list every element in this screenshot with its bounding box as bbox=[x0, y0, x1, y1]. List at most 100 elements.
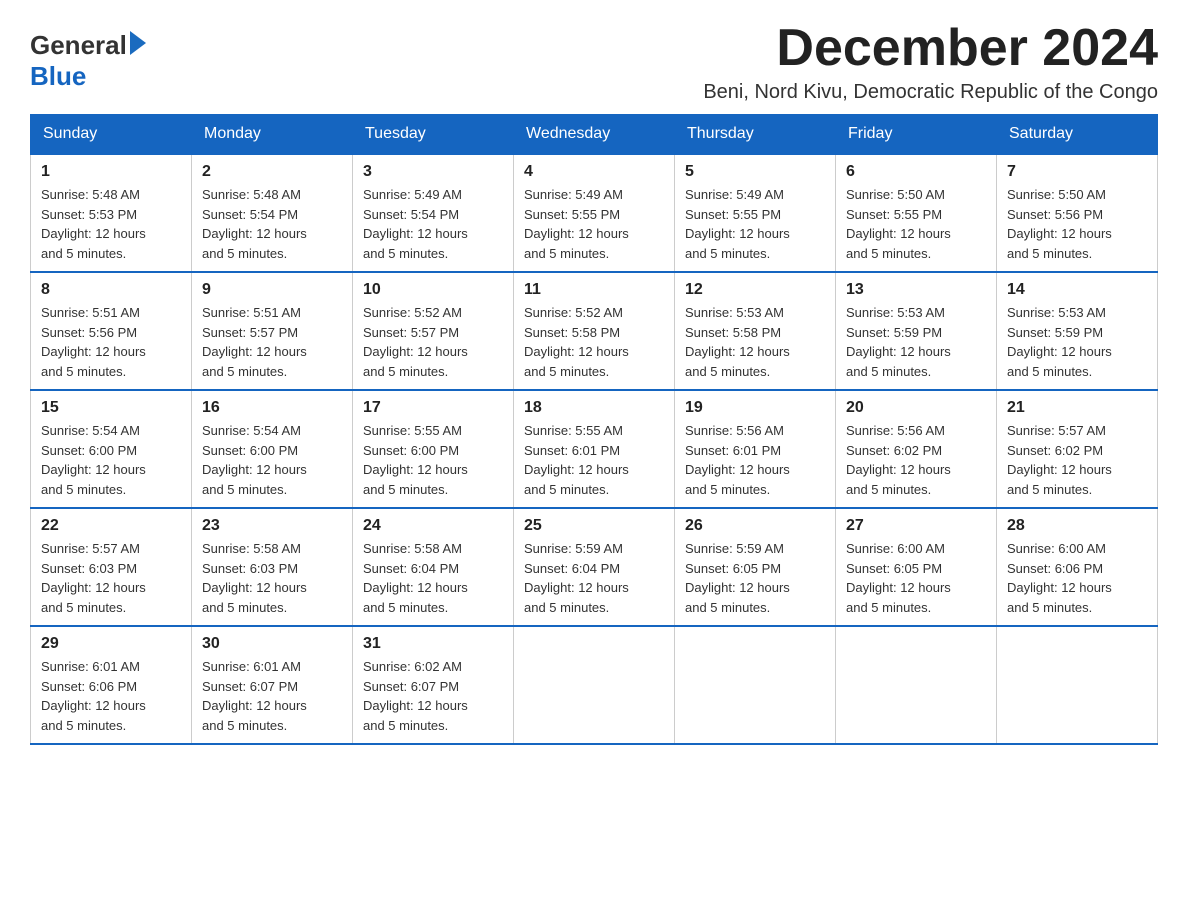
day-info: Sunrise: 5:53 AMSunset: 5:59 PMDaylight:… bbox=[1007, 303, 1147, 381]
day-number: 11 bbox=[524, 281, 664, 299]
calendar-cell: 15 Sunrise: 5:54 AMSunset: 6:00 PMDayligh… bbox=[31, 390, 192, 508]
day-number: 12 bbox=[685, 281, 825, 299]
day-info: Sunrise: 5:48 AMSunset: 5:54 PMDaylight:… bbox=[202, 185, 342, 263]
day-info: Sunrise: 5:53 AMSunset: 5:58 PMDaylight:… bbox=[685, 303, 825, 381]
calendar-cell: 8 Sunrise: 5:51 AMSunset: 5:56 PMDaylight… bbox=[31, 272, 192, 390]
day-info: Sunrise: 5:50 AMSunset: 5:55 PMDaylight:… bbox=[846, 185, 986, 263]
calendar-header-saturday: Saturday bbox=[997, 115, 1158, 155]
day-number: 8 bbox=[41, 281, 181, 299]
day-info: Sunrise: 5:51 AMSunset: 5:56 PMDaylight:… bbox=[41, 303, 181, 381]
calendar-header-row: SundayMondayTuesdayWednesdayThursdayFrid… bbox=[31, 115, 1158, 155]
calendar-cell: 13 Sunrise: 5:53 AMSunset: 5:59 PMDayligh… bbox=[836, 272, 997, 390]
calendar-cell: 2Sunrise: 5:48 AMSunset: 5:54 PMDaylight… bbox=[192, 154, 353, 272]
calendar-cell: 31Sunrise: 6:02 AMSunset: 6:07 PMDayligh… bbox=[353, 626, 514, 744]
calendar-cell: 30 Sunrise: 6:01 AMSunset: 6:07 PMDayligh… bbox=[192, 626, 353, 744]
day-info: Sunrise: 5:52 AMSunset: 5:57 PMDaylight:… bbox=[363, 303, 503, 381]
calendar-cell: 23Sunrise: 5:58 AMSunset: 6:03 PMDayligh… bbox=[192, 508, 353, 626]
day-number: 25 bbox=[524, 517, 664, 535]
day-number: 4 bbox=[524, 163, 664, 181]
calendar-week-2: 8 Sunrise: 5:51 AMSunset: 5:56 PMDaylight… bbox=[31, 272, 1158, 390]
logo-general: General bbox=[30, 30, 127, 61]
day-number: 20 bbox=[846, 399, 986, 417]
day-info: Sunrise: 6:01 AMSunset: 6:06 PMDaylight:… bbox=[41, 657, 181, 735]
subtitle: Beni, Nord Kivu, Democratic Republic of … bbox=[703, 81, 1158, 104]
calendar-cell: 27Sunrise: 6:00 AMSunset: 6:05 PMDayligh… bbox=[836, 508, 997, 626]
day-info: Sunrise: 5:55 AMSunset: 6:01 PMDaylight:… bbox=[524, 421, 664, 499]
calendar-cell: 7Sunrise: 5:50 AMSunset: 5:56 PMDaylight… bbox=[997, 154, 1158, 272]
logo-blue: Blue bbox=[30, 61, 86, 92]
day-info: Sunrise: 5:51 AMSunset: 5:57 PMDaylight:… bbox=[202, 303, 342, 381]
day-info: Sunrise: 5:48 AMSunset: 5:53 PMDaylight:… bbox=[41, 185, 181, 263]
day-info: Sunrise: 5:59 AMSunset: 6:05 PMDaylight:… bbox=[685, 539, 825, 617]
calendar-week-5: 29 Sunrise: 6:01 AMSunset: 6:06 PMDayligh… bbox=[31, 626, 1158, 744]
calendar-cell: 12 Sunrise: 5:53 AMSunset: 5:58 PMDayligh… bbox=[675, 272, 836, 390]
day-number: 19 bbox=[685, 399, 825, 417]
calendar-cell: 19 Sunrise: 5:56 AMSunset: 6:01 PMDayligh… bbox=[675, 390, 836, 508]
day-number: 7 bbox=[1007, 163, 1147, 181]
calendar-cell: 18 Sunrise: 5:55 AMSunset: 6:01 PMDayligh… bbox=[514, 390, 675, 508]
day-number: 27 bbox=[846, 517, 986, 535]
calendar-cell: 25 Sunrise: 5:59 AMSunset: 6:04 PMDayligh… bbox=[514, 508, 675, 626]
calendar-cell: 11 Sunrise: 5:52 AMSunset: 5:58 PMDayligh… bbox=[514, 272, 675, 390]
day-number: 15 bbox=[41, 399, 181, 417]
calendar-cell bbox=[514, 626, 675, 744]
calendar-cell: 9 Sunrise: 5:51 AMSunset: 5:57 PMDaylight… bbox=[192, 272, 353, 390]
day-number: 18 bbox=[524, 399, 664, 417]
calendar-header-tuesday: Tuesday bbox=[353, 115, 514, 155]
day-info: Sunrise: 5:52 AMSunset: 5:58 PMDaylight:… bbox=[524, 303, 664, 381]
day-number: 21 bbox=[1007, 399, 1147, 417]
calendar-cell: 14 Sunrise: 5:53 AMSunset: 5:59 PMDayligh… bbox=[997, 272, 1158, 390]
day-number: 9 bbox=[202, 281, 342, 299]
day-info: Sunrise: 5:57 AMSunset: 6:03 PMDaylight:… bbox=[41, 539, 181, 617]
calendar-cell: 3 Sunrise: 5:49 AMSunset: 5:54 PMDaylight… bbox=[353, 154, 514, 272]
calendar-week-4: 22 Sunrise: 5:57 AMSunset: 6:03 PMDayligh… bbox=[31, 508, 1158, 626]
calendar-week-1: 1 Sunrise: 5:48 AMSunset: 5:53 PMDaylight… bbox=[31, 154, 1158, 272]
calendar-cell: 10Sunrise: 5:52 AMSunset: 5:57 PMDayligh… bbox=[353, 272, 514, 390]
calendar-header-thursday: Thursday bbox=[675, 115, 836, 155]
calendar-cell: 6 Sunrise: 5:50 AMSunset: 5:55 PMDaylight… bbox=[836, 154, 997, 272]
day-number: 23 bbox=[202, 517, 342, 535]
day-info: Sunrise: 5:53 AMSunset: 5:59 PMDaylight:… bbox=[846, 303, 986, 381]
calendar-cell: 29 Sunrise: 6:01 AMSunset: 6:06 PMDayligh… bbox=[31, 626, 192, 744]
calendar-cell: 16Sunrise: 5:54 AMSunset: 6:00 PMDayligh… bbox=[192, 390, 353, 508]
calendar-cell: 4Sunrise: 5:49 AMSunset: 5:55 PMDaylight… bbox=[514, 154, 675, 272]
calendar-cell: 24 Sunrise: 5:58 AMSunset: 6:04 PMDayligh… bbox=[353, 508, 514, 626]
day-number: 3 bbox=[363, 163, 503, 181]
day-info: Sunrise: 5:54 AMSunset: 6:00 PMDaylight:… bbox=[202, 421, 342, 499]
month-title: December 2024 bbox=[703, 20, 1158, 77]
day-number: 26 bbox=[685, 517, 825, 535]
day-number: 22 bbox=[41, 517, 181, 535]
calendar-table: SundayMondayTuesdayWednesdayThursdayFrid… bbox=[30, 114, 1158, 745]
day-info: Sunrise: 5:49 AMSunset: 5:54 PMDaylight:… bbox=[363, 185, 503, 263]
day-info: Sunrise: 5:58 AMSunset: 6:04 PMDaylight:… bbox=[363, 539, 503, 617]
day-info: Sunrise: 5:57 AMSunset: 6:02 PMDaylight:… bbox=[1007, 421, 1147, 499]
calendar-header-friday: Friday bbox=[836, 115, 997, 155]
calendar-cell: 20 Sunrise: 5:56 AMSunset: 6:02 PMDayligh… bbox=[836, 390, 997, 508]
calendar-cell: 22 Sunrise: 5:57 AMSunset: 6:03 PMDayligh… bbox=[31, 508, 192, 626]
day-info: Sunrise: 6:01 AMSunset: 6:07 PMDaylight:… bbox=[202, 657, 342, 735]
day-info: Sunrise: 5:56 AMSunset: 6:01 PMDaylight:… bbox=[685, 421, 825, 499]
calendar-header-monday: Monday bbox=[192, 115, 353, 155]
day-info: Sunrise: 5:56 AMSunset: 6:02 PMDaylight:… bbox=[846, 421, 986, 499]
calendar-week-3: 15 Sunrise: 5:54 AMSunset: 6:00 PMDayligh… bbox=[31, 390, 1158, 508]
day-info: Sunrise: 6:00 AMSunset: 6:06 PMDaylight:… bbox=[1007, 539, 1147, 617]
page-header: General Blue December 2024 Beni, Nord Ki… bbox=[30, 20, 1158, 104]
day-number: 1 bbox=[41, 163, 181, 181]
day-number: 30 bbox=[202, 635, 342, 653]
title-area: December 2024 Beni, Nord Kivu, Democrati… bbox=[703, 20, 1158, 104]
day-info: Sunrise: 5:49 AMSunset: 5:55 PMDaylight:… bbox=[685, 185, 825, 263]
day-number: 6 bbox=[846, 163, 986, 181]
calendar-cell: 28Sunrise: 6:00 AMSunset: 6:06 PMDayligh… bbox=[997, 508, 1158, 626]
day-info: Sunrise: 6:02 AMSunset: 6:07 PMDaylight:… bbox=[363, 657, 503, 735]
logo: General Blue bbox=[30, 30, 146, 92]
calendar-cell: 1 Sunrise: 5:48 AMSunset: 5:53 PMDaylight… bbox=[31, 154, 192, 272]
day-info: Sunrise: 5:59 AMSunset: 6:04 PMDaylight:… bbox=[524, 539, 664, 617]
day-info: Sunrise: 5:54 AMSunset: 6:00 PMDaylight:… bbox=[41, 421, 181, 499]
day-number: 24 bbox=[363, 517, 503, 535]
calendar-cell: 17Sunrise: 5:55 AMSunset: 6:00 PMDayligh… bbox=[353, 390, 514, 508]
day-number: 14 bbox=[1007, 281, 1147, 299]
calendar-cell bbox=[836, 626, 997, 744]
day-number: 13 bbox=[846, 281, 986, 299]
day-number: 29 bbox=[41, 635, 181, 653]
calendar-cell: 21 Sunrise: 5:57 AMSunset: 6:02 PMDayligh… bbox=[997, 390, 1158, 508]
